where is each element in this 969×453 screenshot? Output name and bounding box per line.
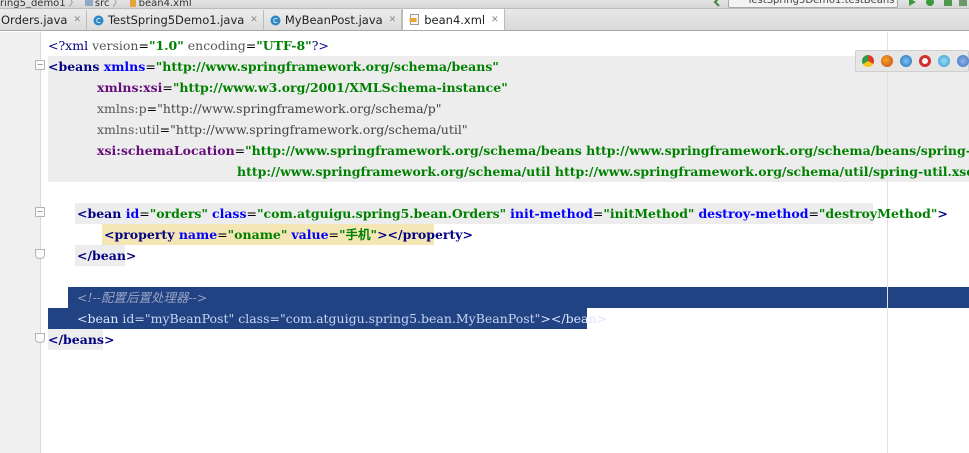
run-configuration-dropdown[interactable]: TestSpring5Demo1.testBeans — [728, 0, 898, 8]
tab-bean4-xml[interactable]: bean4.xml ✕ — [402, 9, 505, 30]
code-editor[interactable]: − − <?xml version="1.0" encoding="UTF-8"… — [0, 32, 969, 453]
xml-file-icon — [129, 0, 136, 7]
chrome-icon[interactable] — [862, 55, 874, 67]
code-line-4: xmlns:p="http://www.springframework.org/… — [97, 101, 442, 116]
editor-tab-bar: Orders.java ✕ C TestSpring5Demo1.java ✕ … — [0, 9, 969, 31]
fold-end-icon[interactable] — [35, 249, 45, 259]
code-line-10: <property name="oname" value="手机"></prop… — [104, 227, 474, 242]
code-line-9: <bean id="orders" class="com.atguigu.spr… — [77, 206, 948, 221]
code-line-14: <bean id="myBeanPost" class="com.atguigu… — [77, 311, 607, 326]
debug-icon[interactable] — [925, 0, 935, 7]
tab-label: bean4.xml — [424, 12, 486, 27]
tab-label: TestSpring5Demo1.java — [107, 13, 245, 27]
close-icon[interactable]: ✕ — [389, 15, 397, 25]
breadcrumb: ring5_demo1 〉 src 〉 bean4.xml — [0, 0, 192, 9]
close-icon[interactable]: ✕ — [250, 15, 258, 25]
code-line-3: xmlns:xsi="http://www.w3.org/2001/XMLSch… — [97, 80, 508, 95]
tab-mybeanpost-java[interactable]: C MyBeanPost.java ✕ — [263, 10, 403, 30]
code-line-1: <?xml version="1.0" encoding="UTF-8"?> — [48, 38, 329, 53]
code-line-15: </beans> — [48, 332, 115, 347]
close-icon[interactable]: ✕ — [491, 15, 499, 25]
browser-preview-bar — [855, 50, 969, 72]
close-icon[interactable]: ✕ — [73, 15, 81, 25]
tab-orders-java[interactable]: Orders.java ✕ — [0, 10, 87, 30]
folder-icon — [84, 0, 93, 6]
breadcrumb-folder[interactable]: src — [95, 0, 110, 8]
code-line-11: </bean> — [77, 248, 137, 263]
svg-text:C: C — [273, 17, 278, 25]
ide-window: ring5_demo1 〉 src 〉 bean4.xml TestSpring5D… — [0, 0, 969, 453]
safari-icon[interactable] — [900, 55, 912, 67]
code-line-2: <beans xmlns="http://www.springframework… — [48, 59, 499, 74]
breadcrumb-project[interactable]: ring5_demo1 — [0, 0, 66, 8]
edge-icon[interactable] — [957, 55, 969, 67]
opera-icon[interactable] — [919, 55, 931, 67]
xml-file-icon — [409, 14, 420, 25]
coverage-icon[interactable] — [943, 0, 953, 7]
firefox-icon[interactable] — [881, 55, 893, 67]
code-line-7: http://www.springframework.org/schema/ut… — [237, 164, 969, 179]
navigation-bar: ring5_demo1 〉 src 〉 bean4.xml TestSpring5D… — [0, 0, 969, 9]
tab-testspring5demo1-java[interactable]: C TestSpring5Demo1.java ✕ — [86, 10, 264, 30]
run-icon[interactable] — [907, 0, 917, 7]
fold-end-icon[interactable] — [35, 333, 45, 343]
fold-toggle-icon[interactable]: − — [35, 207, 45, 217]
tab-label: MyBeanPost.java — [284, 13, 383, 27]
ie-icon[interactable] — [938, 55, 950, 67]
editor-gutter[interactable] — [0, 32, 41, 453]
back-arrow-icon[interactable] — [712, 0, 722, 7]
java-class-icon: C — [93, 15, 104, 25]
code-line-13: <!--配置后置处理器--> — [77, 290, 208, 305]
java-class-icon: C — [270, 15, 281, 25]
stop-icon[interactable] — [958, 0, 968, 7]
code-line-6: xsi:schemaLocation="http://www.springfra… — [97, 143, 969, 158]
code-line-5: xmlns:util="http://www.springframework.o… — [97, 122, 468, 137]
svg-text:C: C — [96, 17, 101, 25]
breadcrumb-file[interactable]: bean4.xml — [139, 0, 192, 8]
fold-toggle-icon[interactable]: − — [35, 60, 45, 70]
right-margin-guide — [887, 32, 888, 453]
tab-label: Orders.java — [1, 13, 68, 27]
